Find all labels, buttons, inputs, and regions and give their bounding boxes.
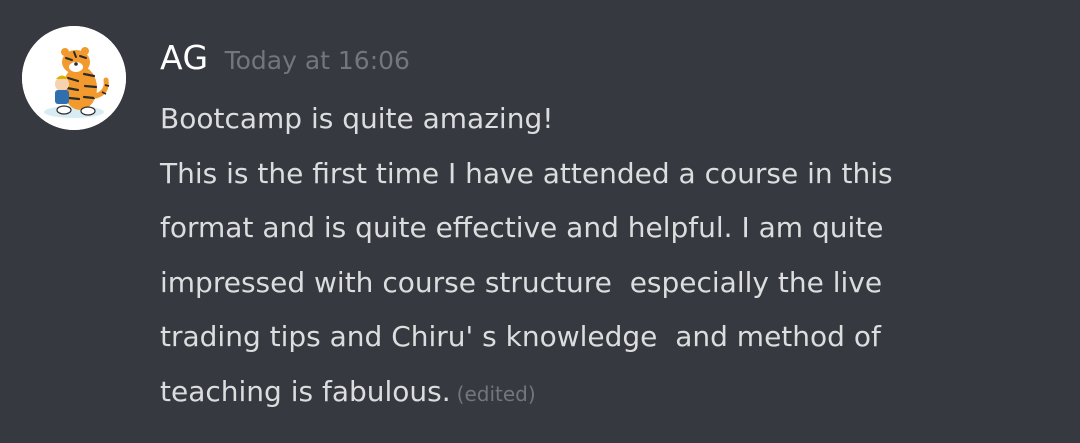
edited-label: (edited) [456, 381, 536, 406]
message-last-line: teaching is fabulous. (edited) [160, 365, 1060, 422]
message-line: Bootcamp is quite amazing! [160, 102, 554, 135]
user-avatar[interactable] [22, 26, 126, 130]
message-timestamp: Today at 16:06 [224, 46, 410, 75]
username[interactable]: AG [160, 38, 209, 77]
message-line-text: teaching is fabulous. [160, 374, 451, 408]
message-line: impressed with course structure especial… [160, 265, 883, 299]
tiger-icon [22, 26, 126, 130]
message-line: trading tips and Chiru' s knowledge and … [160, 320, 881, 353]
message-line: format and is quite effective and helpfu… [160, 211, 884, 244]
chat-message: AG Today at 16:06 Bootcamp is quite amaz… [0, 0, 1080, 443]
message-line: This is the first time I have attended a… [160, 156, 893, 190]
message-content: Bootcamp is quite amazing! This is the f… [160, 92, 1060, 421]
message-header: AG Today at 16:06 [160, 38, 410, 82]
